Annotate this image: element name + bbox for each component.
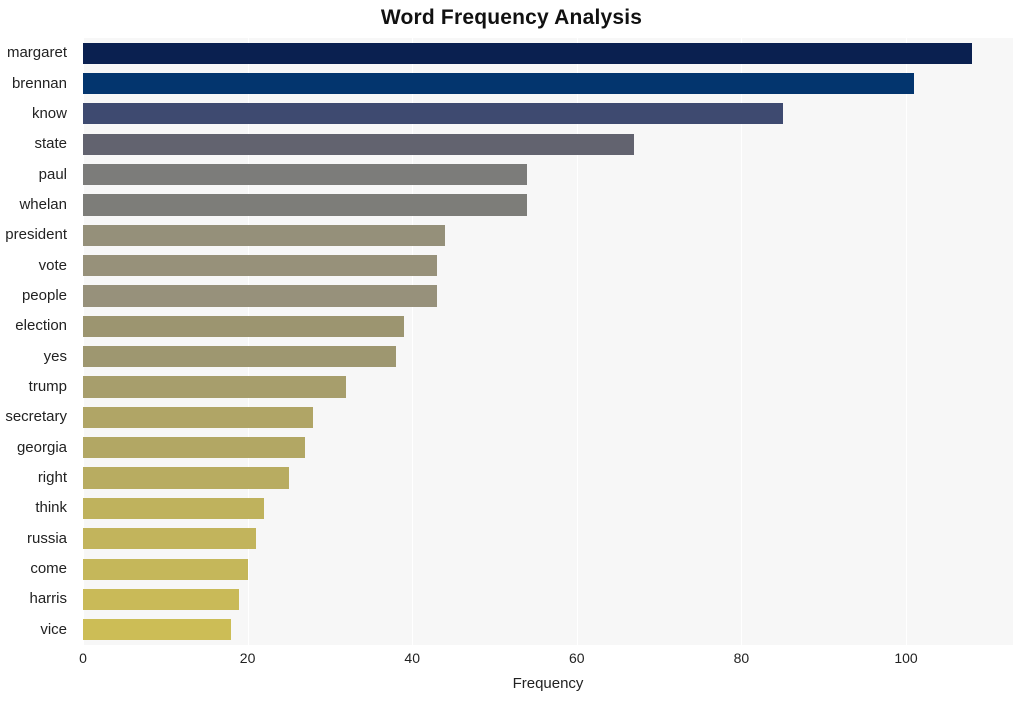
bar-row[interactable] xyxy=(83,558,1013,580)
bar-row[interactable] xyxy=(83,315,1013,337)
bar[interactable] xyxy=(83,72,915,95)
y-axis-tick-label: state xyxy=(34,135,67,153)
bar-row[interactable] xyxy=(83,255,1013,277)
y-axis-tick-label: think xyxy=(35,499,67,517)
y-axis-tick-label: whelan xyxy=(19,195,67,213)
y-axis-tick-label: come xyxy=(30,560,67,578)
x-axis-tick-label: 40 xyxy=(404,650,420,666)
y-axis-tick-label: people xyxy=(21,286,67,304)
bar[interactable] xyxy=(83,376,347,398)
bar[interactable] xyxy=(83,406,314,428)
bar[interactable] xyxy=(83,255,437,277)
bar-row[interactable] xyxy=(83,72,1013,95)
bar-row[interactable] xyxy=(83,194,1013,216)
bar-row[interactable] xyxy=(83,103,1013,125)
bar-row[interactable] xyxy=(83,285,1013,307)
bar-row[interactable] xyxy=(83,619,1013,641)
bar[interactable] xyxy=(83,528,256,550)
bar[interactable] xyxy=(83,224,446,246)
x-axis-tick-label: 60 xyxy=(569,650,585,666)
bars-layer xyxy=(83,38,1013,645)
y-axis-tick-label: vote xyxy=(38,256,67,274)
bar-row[interactable] xyxy=(83,163,1013,186)
bar[interactable] xyxy=(83,588,240,611)
y-axis-tick-label: georgia xyxy=(16,438,67,456)
bar-row[interactable] xyxy=(83,528,1013,550)
chart-title: Word Frequency Analysis xyxy=(380,6,643,29)
bar-row[interactable] xyxy=(83,497,1013,520)
x-axis-title: Frequency xyxy=(512,675,584,692)
x-axis-tick-labels: 0 20 40 60 80 100 xyxy=(0,650,1023,674)
x-axis-tick-label: 80 xyxy=(733,650,750,666)
bar[interactable] xyxy=(83,315,404,337)
bar[interactable] xyxy=(83,103,783,125)
chart-figure: Word Frequency Analysis margaret brennan k… xyxy=(0,0,1023,701)
bar-row[interactable] xyxy=(83,588,1013,611)
y-axis-tick-label: russia xyxy=(26,529,67,547)
y-axis-tick-label: harris xyxy=(29,590,67,608)
bar[interactable] xyxy=(83,619,232,641)
bar[interactable] xyxy=(83,467,289,489)
bar-row[interactable] xyxy=(83,376,1013,398)
y-axis-tick-label: right xyxy=(37,469,67,487)
bar-row[interactable] xyxy=(83,42,1013,64)
bar[interactable] xyxy=(83,346,396,368)
bar[interactable] xyxy=(83,133,635,155)
x-axis-tick-label: 100 xyxy=(894,650,918,666)
plot-area xyxy=(83,38,1013,645)
bar[interactable] xyxy=(83,194,528,216)
bar[interactable] xyxy=(83,558,248,580)
y-axis-tick-label: yes xyxy=(43,347,67,365)
bar[interactable] xyxy=(83,285,437,307)
y-axis-tick-label: margaret xyxy=(6,44,67,62)
y-axis-tick-label: brennan xyxy=(11,74,67,92)
bar-row[interactable] xyxy=(83,467,1013,489)
y-axis-tick-label: paul xyxy=(38,165,67,183)
bar-row[interactable] xyxy=(83,346,1013,368)
y-axis-tick-labels: margaret brennan know state paul whelan presid… xyxy=(0,38,75,645)
bar-row[interactable] xyxy=(83,133,1013,155)
y-axis-tick-label: vice xyxy=(40,620,67,638)
bar[interactable] xyxy=(83,163,528,186)
bar[interactable] xyxy=(83,437,306,459)
y-axis-tick-label: election xyxy=(15,317,67,335)
bar[interactable] xyxy=(83,497,265,520)
y-axis-tick-label: know xyxy=(31,104,67,122)
y-axis-tick-label: trump xyxy=(28,378,67,396)
x-axis-tick-label: 0 xyxy=(79,650,87,666)
bar-row[interactable] xyxy=(83,406,1013,428)
bar-row[interactable] xyxy=(83,437,1013,459)
y-axis-tick-label: secretary xyxy=(5,408,67,426)
bar-row[interactable] xyxy=(83,224,1013,246)
y-axis-tick-label: president xyxy=(5,226,67,244)
x-axis-tick-label: 20 xyxy=(239,650,256,666)
bar[interactable] xyxy=(83,42,972,64)
